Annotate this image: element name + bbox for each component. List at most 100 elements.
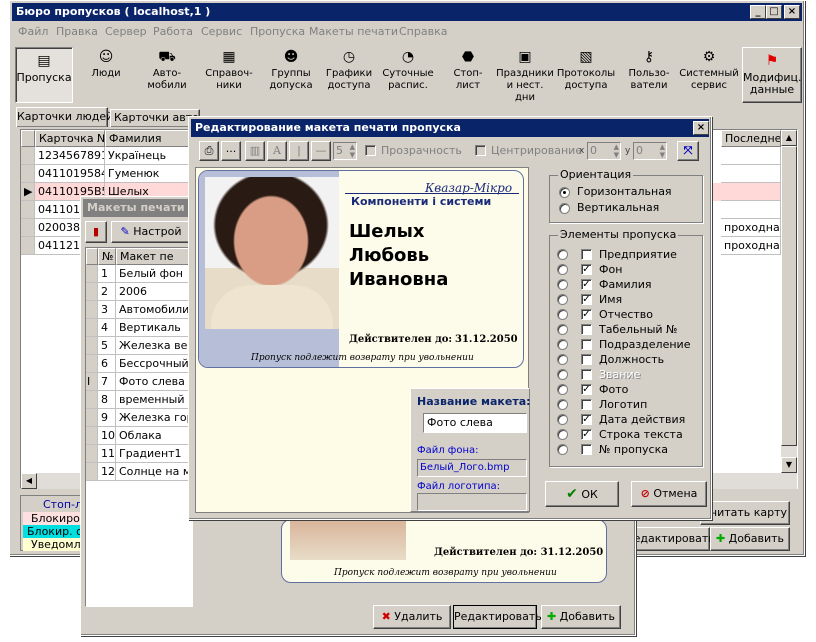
tool-holidays[interactable]: ▣ Праздники и нест. дни <box>496 44 554 104</box>
menu-edit[interactable]: Правка <box>56 25 98 38</box>
line-horizontal-button[interactable]: — <box>311 141 331 161</box>
element-visible-checkbox[interactable] <box>581 324 592 335</box>
list-item[interactable]: I 7 Фото слева <box>86 373 194 391</box>
menu-help[interactable]: Справка <box>399 25 447 38</box>
add-card-button[interactable]: ✚ Добавить <box>710 527 790 551</box>
element-select-radio[interactable] <box>557 264 568 275</box>
font-button[interactable]: A <box>267 141 287 161</box>
element-visible-checkbox[interactable] <box>581 249 592 260</box>
menu-print-layouts[interactable]: Макеты печати <box>309 25 398 38</box>
element-select-radio[interactable] <box>557 384 568 395</box>
menu-service[interactable]: Сервис <box>201 25 242 38</box>
element-select-radio[interactable] <box>557 294 568 305</box>
list-item[interactable]: 12Солнце на мар <box>86 463 194 481</box>
element-visible-checkbox[interactable]: ✓ <box>581 384 592 395</box>
tab-people-cards[interactable]: Карточки людей <box>16 107 113 127</box>
menu-work[interactable]: Работа <box>153 25 193 38</box>
delete-layout-button[interactable]: ✖ Удалить <box>373 605 451 629</box>
col-header-layout-name[interactable]: Макет пе <box>116 248 194 265</box>
orientation-radio[interactable] <box>559 187 570 198</box>
element-select-radio[interactable] <box>557 444 568 455</box>
main-title-bar[interactable]: Бюро пропусков ( localhost,1 ) <box>12 3 802 21</box>
more-button[interactable]: ... <box>221 141 241 161</box>
list-item[interactable]: 8 временный <box>86 391 194 409</box>
element-visible-checkbox[interactable]: ✓ <box>581 279 592 290</box>
tool-daily-schedules[interactable]: ◔ Суточные распис. <box>378 44 438 104</box>
element-select-radio[interactable] <box>557 279 568 290</box>
scale-button[interactable]: ⤧ <box>677 141 699 161</box>
scroll-up-button[interactable]: ▲ <box>781 130 797 146</box>
tool-system-service[interactable]: ⚙ Системный сервис <box>676 44 742 104</box>
dialog-close-button[interactable]: × <box>693 121 709 135</box>
tool-stop-list[interactable]: ⬣ Стоп- лист <box>442 44 494 104</box>
element-visible-checkbox[interactable] <box>581 339 592 350</box>
scroll-down-button[interactable]: ▼ <box>781 457 797 473</box>
edit-layout-button[interactable]: Редактировать <box>453 605 542 629</box>
menu-passes[interactable]: Пропуска <box>250 25 305 38</box>
list-item[interactable]: 5 Железка верт <box>86 337 194 355</box>
edit-card-button[interactable]: Редактировать <box>626 527 715 551</box>
tool-access-schedules[interactable]: ◷ Графики доступа <box>320 44 378 104</box>
element-select-radio[interactable] <box>557 339 568 350</box>
transparency-checkbox[interactable] <box>365 145 376 156</box>
grid-vertical-scrollbar[interactable]: ▲ ▼ <box>781 130 797 473</box>
list-item[interactable]: 3 Автомобили <box>86 301 194 319</box>
layout-name-input[interactable]: Фото слева <box>423 413 527 433</box>
tool-people[interactable]: ☺ Люди <box>80 44 132 104</box>
tool-access-protocols[interactable]: ▧ Протоколы доступа <box>556 44 616 104</box>
element-visible-checkbox[interactable]: ✓ <box>581 414 592 425</box>
tool-modified-data[interactable]: ⚑ Модифиц. данные <box>742 47 802 103</box>
centering-checkbox[interactable] <box>475 145 486 156</box>
read-card-button[interactable]: Считать карту <box>700 501 790 525</box>
orientation-radio[interactable] <box>559 203 570 214</box>
dialog-title-bar[interactable]: Редактирование макета печати пропуска <box>191 119 709 137</box>
menu-file[interactable]: Файл <box>18 25 48 38</box>
list-item[interactable]: 4 Вертикаль <box>86 319 194 337</box>
element-visible-checkbox[interactable]: ✓ <box>581 309 592 320</box>
element-select-radio[interactable] <box>557 429 568 440</box>
ok-button[interactable]: ✔ ОК <box>545 481 619 507</box>
col-header-number[interactable]: № <box>98 248 116 265</box>
col-header-card[interactable]: Карточка № <box>35 130 105 147</box>
tool-users[interactable]: ⚷ Пользо- ватели <box>622 44 676 104</box>
line-width-spinner[interactable]: 5 ▲ ▼ <box>333 142 357 160</box>
close-button[interactable]: × <box>784 5 800 19</box>
element-select-radio[interactable] <box>557 354 568 365</box>
element-visible-checkbox[interactable] <box>581 354 592 365</box>
scroll-left-button[interactable]: ◀ <box>21 473 37 489</box>
list-item[interactable]: 11 Градиент1 <box>86 445 194 463</box>
col-header-last-event[interactable]: Последнее дв <box>721 130 781 147</box>
logo-file-field[interactable] <box>417 493 527 511</box>
element-select-radio[interactable] <box>557 309 568 320</box>
menu-server[interactable]: Сервер <box>105 25 147 38</box>
element-select-radio[interactable] <box>557 324 568 335</box>
y-spinner[interactable]: 0 ▲ ▼ <box>633 142 667 160</box>
minimize-button[interactable]: _ <box>750 5 766 19</box>
list-item[interactable]: 10 Облака <box>86 427 194 445</box>
print-button[interactable]: ⎙ <box>199 141 219 161</box>
element-select-radio[interactable] <box>557 369 568 380</box>
setup-button[interactable]: ✎ Настрой <box>111 221 191 243</box>
layout-canvas[interactable]: Квазар-Мікро Компоненти і системи Шелых … <box>195 167 531 513</box>
add-layout-button[interactable]: ✚ Добавить <box>541 605 621 629</box>
cancel-button[interactable]: ⊘ Отмена <box>631 481 707 507</box>
element-select-radio[interactable] <box>557 414 568 425</box>
list-item[interactable]: 9 Железка гори <box>86 409 194 427</box>
element-visible-checkbox[interactable]: ✓ <box>581 264 592 275</box>
tool-cars[interactable]: ⛟ Авто- мобили <box>138 44 196 104</box>
line-vertical-button[interactable]: | <box>289 141 309 161</box>
tool-directories[interactable]: ▦ Справоч- ники <box>200 44 258 104</box>
element-visible-checkbox[interactable]: ✓ <box>581 429 592 440</box>
element-select-radio[interactable] <box>557 399 568 410</box>
list-item[interactable]: 2 2006 <box>86 283 194 301</box>
tool-passes[interactable]: ▤ Пропуска <box>15 47 73 103</box>
element-visible-checkbox[interactable] <box>581 369 592 380</box>
x-spinner[interactable]: 0 ▲ ▼ <box>587 142 621 160</box>
element-visible-checkbox[interactable] <box>581 444 592 455</box>
exit-door-button[interactable]: ▮ <box>85 221 107 243</box>
paste-button[interactable]: ▥ <box>245 141 265 161</box>
scroll-thumb[interactable] <box>781 146 797 446</box>
element-visible-checkbox[interactable] <box>581 399 592 410</box>
bg-file-field[interactable]: Белый_Лого.bmp <box>417 459 527 477</box>
list-item[interactable]: 6 Бессрочный <box>86 355 194 373</box>
